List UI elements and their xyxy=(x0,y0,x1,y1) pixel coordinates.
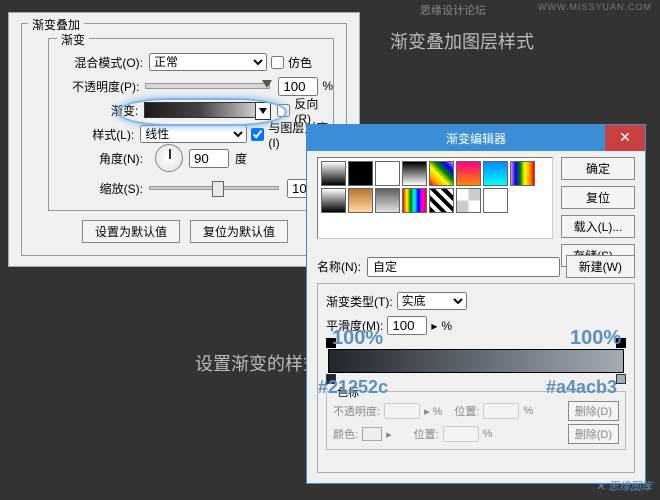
preset-swatch[interactable] xyxy=(402,188,427,213)
preset-swatch[interactable] xyxy=(321,161,346,186)
preset-swatch[interactable] xyxy=(348,188,373,213)
inner-legend: 渐变 xyxy=(57,31,89,48)
preset-swatch[interactable] xyxy=(321,188,346,213)
annotation-title: 渐变叠加图层样式 xyxy=(390,28,534,54)
preset-swatch[interactable] xyxy=(456,188,481,213)
preset-swatch[interactable] xyxy=(375,188,400,213)
opacity-pct: % xyxy=(322,79,333,93)
inner-fieldset: 渐变 混合模式(O): 正常 仿色 不透明度(P): % 渐变: 反向(R) 样… xyxy=(48,38,334,211)
bottom-watermark: ✕ 思缘图库 xyxy=(596,478,652,494)
type-select[interactable]: 实底 xyxy=(397,292,467,310)
cancel-button[interactable]: 复位 xyxy=(561,186,635,209)
preset-swatch[interactable] xyxy=(456,161,481,186)
stops-fieldset: 色标 不透明度:▸ % 位置:% 删除(D) 颜色:▸ 位置:% 删除(D) xyxy=(326,391,626,450)
angle-unit: 度 xyxy=(235,150,247,167)
scale-slider[interactable] xyxy=(149,186,279,190)
gradient-bar[interactable] xyxy=(328,349,624,373)
new-button[interactable]: 新建(W) xyxy=(566,255,635,278)
opacity-slider[interactable] xyxy=(145,83,270,89)
preset-swatch[interactable] xyxy=(483,161,508,186)
preset-swatch[interactable] xyxy=(429,161,454,186)
opacity-input[interactable] xyxy=(278,77,318,96)
style-label: 样式(L): xyxy=(49,126,140,143)
ok-button[interactable]: 确定 xyxy=(561,157,635,180)
stop-opacity-input xyxy=(384,403,420,419)
blend-mode-select[interactable]: 正常 xyxy=(149,53,267,71)
delete-opacity-stop[interactable]: 删除(D) xyxy=(568,401,619,421)
stop-color-chip[interactable] xyxy=(362,427,382,441)
smooth-input[interactable] xyxy=(387,316,427,335)
angle-input[interactable] xyxy=(189,149,229,168)
scale-label: 缩放(S): xyxy=(49,180,149,197)
opacity-label: 不透明度(P): xyxy=(49,78,145,95)
annot-hex-right: #a4acb3 xyxy=(546,377,617,398)
delete-color-stop[interactable]: 删除(D) xyxy=(568,424,619,444)
watermark-url: WWW.MISSYUAN.COM xyxy=(538,2,652,12)
angle-label: 角度(N): xyxy=(49,150,149,167)
preset-swatch[interactable] xyxy=(402,161,427,186)
style-select[interactable]: 线性 xyxy=(140,125,247,143)
editor-titlebar[interactable]: 渐变编辑器 ✕ xyxy=(307,125,645,151)
set-default-button[interactable]: 设置为默认值 xyxy=(82,220,180,243)
preset-swatch[interactable] xyxy=(429,188,454,213)
preset-swatch[interactable] xyxy=(510,161,535,186)
preset-swatch[interactable] xyxy=(375,161,400,186)
load-button[interactable]: 载入(L)... xyxy=(561,215,635,238)
align-checkbox[interactable] xyxy=(251,128,264,141)
gradient-preview[interactable] xyxy=(144,102,256,118)
close-button[interactable]: ✕ xyxy=(605,125,645,151)
annot-pct-right: 100% xyxy=(570,327,621,350)
preset-swatch[interactable] xyxy=(483,188,508,213)
annot-hex-left: #21252c xyxy=(318,377,388,398)
annotation-subtitle: 设置渐变的样式 xyxy=(195,350,321,376)
angle-dial[interactable] xyxy=(155,144,183,172)
gradient-dropdown-icon[interactable] xyxy=(255,102,271,120)
name-label: 名称(N): xyxy=(317,258,361,275)
name-input[interactable] xyxy=(367,257,560,277)
dither-label: 仿色 xyxy=(288,54,312,71)
preset-grid xyxy=(317,157,553,239)
stop-pos1-input xyxy=(483,403,519,419)
blend-mode-label: 混合模式(O): xyxy=(49,54,149,71)
color-stop-right[interactable] xyxy=(616,374,626,384)
outer-fieldset: 渐变叠加 渐变 混合模式(O): 正常 仿色 不透明度(P): % 渐变: 反向… xyxy=(21,23,347,256)
annot-pct-left: 100% xyxy=(332,327,383,350)
preset-swatch[interactable] xyxy=(348,161,373,186)
reset-default-button[interactable]: 复位为默认值 xyxy=(190,220,288,243)
stop-pos2-input xyxy=(443,426,479,442)
reverse-checkbox[interactable] xyxy=(277,104,290,117)
dither-checkbox[interactable] xyxy=(271,56,284,69)
type-label: 渐变类型(T): xyxy=(326,293,393,310)
forum-caption: 思缘设计论坛 xyxy=(420,2,486,18)
editor-title: 渐变编辑器 xyxy=(307,130,645,147)
gradient-editor-dialog: 渐变编辑器 ✕ 确定 复位 载入(L)... 存储(S)... 名称(N): 新… xyxy=(306,124,646,484)
gradient-label: 渐变: xyxy=(49,102,144,119)
